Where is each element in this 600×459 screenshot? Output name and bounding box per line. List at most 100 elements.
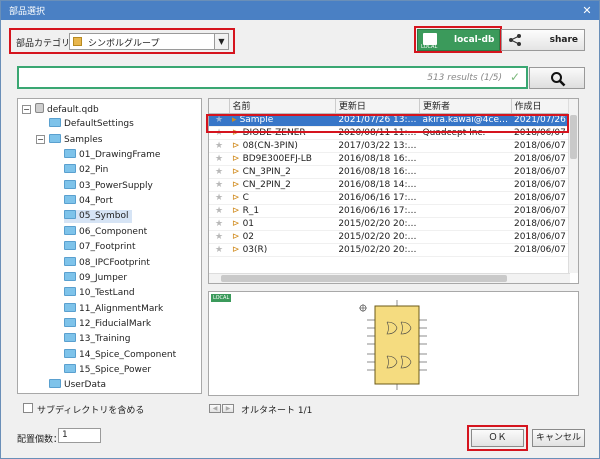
tree-item-label: 04_Port — [79, 196, 113, 207]
close-icon[interactable]: ✕ — [579, 3, 595, 18]
tree-item[interactable]: 03_PowerSupply — [64, 179, 157, 193]
tree-item[interactable]: − Samples — [36, 133, 106, 147]
vertical-scroll-thumb[interactable] — [570, 115, 577, 159]
tree-item-label: 03_PowerSupply — [79, 180, 153, 191]
symbol-preview-drawing — [359, 300, 427, 390]
next-alternate-button[interactable]: ▶ — [222, 404, 234, 413]
tree-item[interactable]: 06_Component — [64, 225, 151, 239]
column-header-updater[interactable]: 更新者 — [419, 99, 512, 114]
symbol-icon: ⊳ — [232, 231, 240, 242]
favorite-star-icon[interactable]: ★ — [209, 152, 230, 166]
favorite-star-icon[interactable]: ★ — [209, 165, 230, 179]
group-icon — [73, 37, 82, 46]
table-row[interactable]: ★ ⊳ CN_3PIN_2 2016/08/18 16:… 2018/06/07 1 — [209, 165, 578, 179]
folder-tree[interactable]: − default.qdb DefaultSettings − Samples 01_Dr… — [17, 98, 202, 394]
cell-name: ⊳ 03(R) — [229, 243, 336, 257]
cell-updater — [419, 204, 512, 218]
favorite-star-icon[interactable]: ★ — [209, 217, 230, 231]
tree-item[interactable]: UserData — [49, 379, 110, 392]
title-bar[interactable]: 部品選択 ✕ — [1, 1, 599, 20]
tree-item[interactable]: 02_Pin — [64, 164, 112, 177]
tree-item-label: 08_IPCFootprint — [79, 257, 150, 268]
cell-name-text: CN_2PIN_2 — [242, 179, 291, 190]
table-body: ★ ▸ Sample 2021/07/26 13:… akira.kawai@4ce… 2… — [209, 113, 578, 257]
folder-icon — [49, 379, 61, 389]
horizontal-scroll-thumb[interactable] — [221, 275, 507, 282]
vertical-scrollbar[interactable] — [568, 99, 578, 273]
cell-name: ⊳ C — [229, 191, 336, 205]
tree-item[interactable]: 08_IPCFootprint — [64, 256, 154, 270]
prev-alternate-button[interactable]: ◀ — [209, 404, 221, 413]
search-input[interactable]: 513 results (1/5) ✓ — [17, 66, 528, 89]
symbol-icon: ⊳ — [232, 166, 240, 177]
tree-item[interactable]: 11_AlignmentMark — [64, 302, 167, 316]
favorite-star-icon[interactable]: ★ — [209, 204, 230, 218]
favorite-star-icon[interactable]: ★ — [209, 178, 230, 192]
cell-name-text: C — [242, 192, 249, 203]
folder-icon — [64, 195, 76, 205]
favorite-star-icon[interactable]: ★ — [209, 243, 230, 257]
table-header: 名前 更新日 更新者 作成日 — [209, 99, 578, 114]
cell-updated: 2015/02/20 20:… — [335, 217, 420, 231]
cell-updater — [419, 139, 512, 153]
category-value: シンボルグループ — [88, 39, 160, 49]
cell-name: ⊳ CN_2PIN_2 — [229, 178, 336, 192]
horizontal-scrollbar[interactable] — [209, 273, 570, 283]
check-icon[interactable]: ✓ — [510, 70, 520, 84]
tree-item[interactable]: 10_TestLand — [64, 287, 139, 300]
column-header-name[interactable]: 名前 — [229, 99, 336, 114]
cancel-button[interactable]: キャンセル — [532, 429, 585, 447]
tree-item[interactable]: 13_Training — [64, 333, 134, 346]
folder-icon — [64, 348, 76, 358]
tree-item[interactable]: 04_Port — [64, 195, 117, 208]
table-row[interactable]: ★ ⊳ C 2016/06/16 17:… 2018/06/07 1 — [209, 191, 578, 205]
folder-icon — [49, 118, 61, 128]
symbol-icon: ⊳ — [232, 244, 240, 255]
cell-updater — [419, 243, 512, 257]
cell-name-text: BD9E300EFJ-LB — [242, 153, 312, 164]
table-row[interactable]: ★ ⊳ CN_2PIN_2 2016/08/18 14:… 2018/06/07 1 — [209, 178, 578, 192]
tree-item[interactable]: − default.qdb — [22, 103, 103, 116]
favorite-star-icon[interactable]: ★ — [209, 191, 230, 205]
placement-count-input[interactable]: 1 — [58, 428, 101, 443]
tree-item-label: 15_Spice_Power — [79, 364, 152, 375]
table-row[interactable]: ★ ⊳ 01 2015/02/20 20:… 2018/06/07 1 — [209, 217, 578, 231]
table-row[interactable]: ★ ⊳ R_1 2016/06/16 17:… 2018/06/07 1 — [209, 204, 578, 218]
tree-item[interactable]: 14_Spice_Component — [64, 348, 180, 362]
tree-item[interactable]: DefaultSettings — [49, 118, 138, 131]
favorite-star-icon[interactable]: ★ — [209, 230, 230, 244]
chevron-down-icon[interactable]: ▼ — [214, 34, 228, 49]
tree-item[interactable]: 01_DrawingFrame — [64, 149, 164, 162]
tree-item-label: 11_AlignmentMark — [79, 303, 164, 314]
cell-updated: 2015/02/20 20:… — [335, 230, 420, 244]
preview-local-badge: LOCAL — [211, 294, 232, 302]
share-button[interactable]: share — [501, 29, 585, 51]
tree-item[interactable]: 12_FiducialMark — [64, 317, 155, 331]
category-label: 部品カテゴリ — [16, 39, 71, 49]
folder-icon — [64, 271, 76, 281]
tree-item[interactable]: 09_Jumper — [64, 271, 131, 285]
table-row[interactable]: ★ ⊳ BD9E300EFJ-LB 2016/08/18 16:… 2018/06/07… — [209, 152, 578, 166]
symbol-preview: LOCAL — [208, 291, 579, 396]
local-db-button[interactable]: LOCAL local-db — [417, 29, 500, 51]
tree-item[interactable]: 15_Spice_Power — [64, 363, 155, 377]
favorite-star-icon[interactable]: ★ — [209, 139, 230, 153]
category-select[interactable]: シンボルグループ ▼ — [69, 33, 229, 50]
tree-item-label: 14_Spice_Component — [79, 349, 177, 360]
column-header-updated[interactable]: 更新日 — [335, 99, 421, 114]
table-row[interactable]: ★ ⊳ 02 2015/02/20 20:… 2018/06/07 1 — [209, 230, 578, 244]
folder-icon — [64, 210, 76, 220]
folder-icon — [64, 256, 76, 266]
cell-name: ⊳ BD9E300EFJ-LB — [229, 152, 336, 166]
include-subdirectories-checkbox[interactable] — [23, 403, 33, 413]
table-row[interactable]: ★ ⊳ 08(CN-3PIN) 2017/03/22 13:… 2018/06/07 1 — [209, 139, 578, 153]
search-button[interactable] — [529, 67, 585, 89]
tree-item[interactable]: 05_Symbol — [64, 210, 133, 224]
table-row[interactable]: ★ ⊳ 03(R) 2015/02/20 20:… 2018/06/07 1 — [209, 243, 578, 257]
ok-button[interactable]: ＯＫ — [471, 429, 524, 447]
search-icon — [551, 72, 566, 87]
collapse-icon[interactable]: − — [36, 134, 45, 144]
tree-item[interactable]: 07_Footprint — [64, 241, 140, 254]
collapse-icon[interactable]: − — [22, 105, 31, 114]
tree-item-label: 10_TestLand — [79, 288, 135, 299]
